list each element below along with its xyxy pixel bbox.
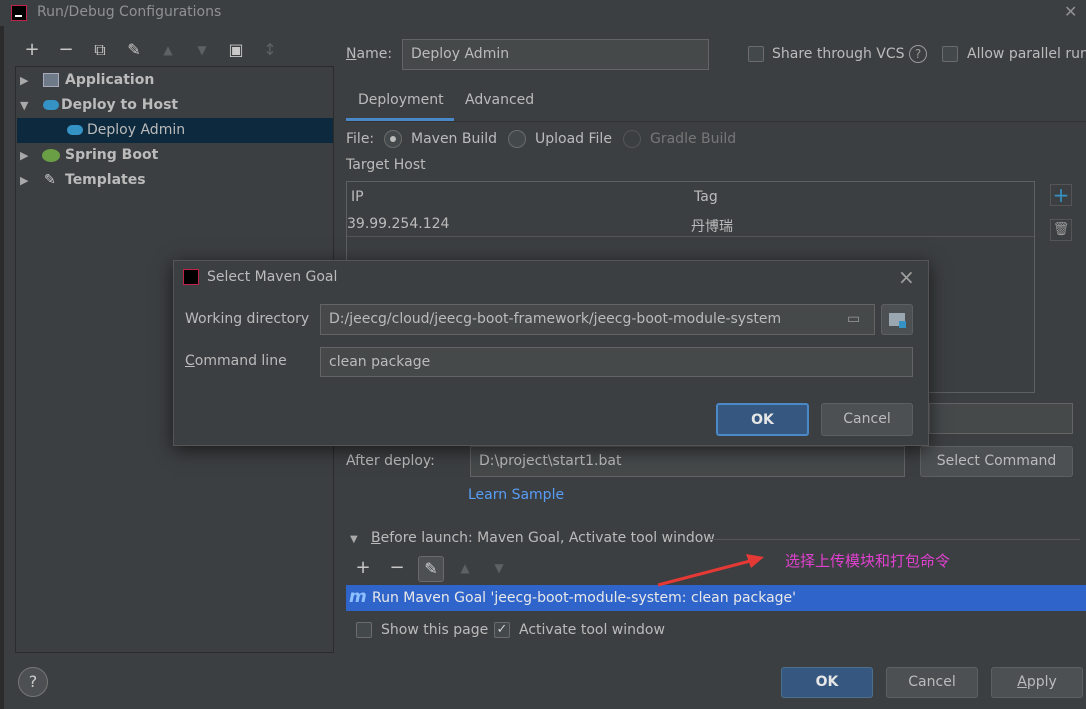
collapse-arrow-icon[interactable]: ▼: [20, 93, 28, 118]
annotation-text: 选择上传模块和打包命令: [785, 552, 951, 570]
move-down-icon[interactable]: ▼: [192, 40, 212, 60]
command-line-input[interactable]: clean package: [320, 347, 913, 377]
name-input[interactable]: Deploy Admin: [402, 39, 709, 70]
activate-tool-window-label: Activate tool window: [519, 622, 665, 638]
tab-advanced[interactable]: Advanced: [465, 92, 534, 108]
dialog-cancel-button[interactable]: Cancel: [821, 403, 913, 436]
table-row[interactable]: 39.99.254.124 丹博瑞: [347, 210, 1034, 237]
add-configuration-icon[interactable]: +: [22, 40, 42, 60]
trash-icon[interactable]: 🗑: [1050, 219, 1072, 241]
remove-configuration-icon[interactable]: −: [56, 40, 76, 60]
title-bar: Run/Debug Configurations ✕: [0, 0, 1086, 26]
name-label: Name:: [346, 46, 393, 62]
expand-arrow-icon[interactable]: ▶: [20, 143, 28, 168]
dialog-close-icon[interactable]: ×: [898, 265, 915, 289]
move-task-up-icon[interactable]: ▲: [455, 558, 475, 578]
help-icon[interactable]: ?: [18, 667, 48, 697]
collapse-arrow-icon[interactable]: ▼: [350, 534, 358, 545]
gradle-build-label: Gradle Build: [650, 131, 737, 147]
tree-item-spring-boot[interactable]: ▶ Spring Boot: [17, 143, 333, 168]
cloud-upload-icon: [43, 100, 59, 110]
editor-edge: [0, 26, 4, 709]
annotation-arrow: [657, 554, 764, 587]
show-page-label: Show this page: [381, 622, 489, 638]
command-line-label: Command line: [185, 353, 287, 369]
window-title: Run/Debug Configurations: [37, 4, 222, 20]
share-vcs-label: Share through VCS: [772, 46, 905, 62]
tree-item-templates[interactable]: ▶ ✎ Templates: [17, 168, 333, 193]
maven-icon: m: [349, 587, 367, 607]
tab-deployment[interactable]: Deployment: [346, 85, 454, 121]
apply-button[interactable]: Apply: [991, 667, 1083, 698]
task-label: Run Maven Goal 'jeecg-boot-module-system…: [372, 590, 797, 606]
dialog-title: Select Maven Goal: [207, 269, 338, 285]
tree-item-application[interactable]: ▶ Application: [17, 68, 333, 93]
intellij-app-icon: [11, 5, 27, 21]
tree-item-label: Templates: [65, 172, 146, 188]
column-header-tag[interactable]: Tag: [694, 189, 718, 205]
sort-icon[interactable]: ↕: [260, 40, 280, 60]
section-divider: [710, 539, 1080, 540]
cloud-upload-icon: [67, 125, 83, 135]
share-vcs-checkbox[interactable]: [748, 46, 764, 62]
tab-divider: [346, 121, 1086, 122]
before-launch-title: Before launch: Maven Goal, Activate tool…: [371, 530, 715, 546]
select-maven-goal-dialog: Select Maven Goal × Working directory D:…: [173, 260, 929, 446]
add-task-icon[interactable]: +: [353, 558, 373, 578]
tree-item-label: Deploy to Host: [61, 97, 179, 113]
working-directory-value: D:/jeecg/cloud/jeecg-boot-framework/jeec…: [329, 311, 782, 327]
browse-module-button[interactable]: [881, 304, 913, 335]
move-task-down-icon[interactable]: ▼: [489, 558, 509, 578]
tree-item-label: Spring Boot: [65, 147, 159, 163]
cell-tag: 丹博瑞: [691, 219, 733, 235]
select-command-button[interactable]: Select Command: [920, 446, 1073, 477]
wrench-icon[interactable]: ✎: [124, 40, 144, 60]
dialog-ok-button[interactable]: OK: [716, 403, 809, 436]
maven-build-label: Maven Build: [411, 131, 498, 147]
tree-item-deploy-to-host[interactable]: ▼ Deploy to Host: [17, 93, 333, 118]
tree-item-deploy-admin[interactable]: Deploy Admin: [17, 118, 333, 143]
after-deploy-label: After deploy:: [346, 453, 435, 469]
working-directory-input[interactable]: D:/jeecg/cloud/jeecg-boot-framework/jeec…: [320, 304, 875, 335]
maven-build-radio[interactable]: [384, 130, 402, 148]
module-badge-icon: [899, 321, 906, 328]
new-folder-icon[interactable]: ▣: [226, 40, 246, 60]
tree-item-label: Application: [65, 72, 155, 88]
cancel-button[interactable]: Cancel: [886, 667, 978, 698]
remove-task-icon[interactable]: −: [387, 558, 407, 578]
gradle-build-radio[interactable]: [623, 130, 641, 148]
expand-arrow-icon[interactable]: ▶: [20, 68, 28, 93]
after-deploy-input[interactable]: D:\project\start1.bat: [470, 446, 905, 477]
intellij-app-icon: [183, 269, 199, 285]
before-launch-text: efore launch: Maven Goal, Activate tool …: [380, 530, 715, 546]
expand-arrow-icon[interactable]: ▶: [20, 168, 28, 193]
target-host-label: Target Host: [346, 157, 426, 173]
copy-configuration-icon[interactable]: ⧉: [90, 40, 110, 60]
allow-parallel-checkbox[interactable]: [942, 46, 958, 62]
application-icon: [43, 73, 59, 87]
spring-boot-icon: [42, 149, 60, 162]
ok-button[interactable]: OK: [781, 667, 873, 698]
help-icon[interactable]: ?: [909, 45, 927, 63]
activate-tool-window-checkbox[interactable]: ✓: [494, 622, 510, 638]
upload-file-radio[interactable]: [508, 130, 526, 148]
window-close-icon[interactable]: ✕: [1064, 2, 1077, 21]
edit-task-icon[interactable]: ✎: [418, 556, 444, 582]
working-directory-label: Working directory: [185, 311, 310, 327]
file-label: File:: [346, 131, 375, 147]
cell-ip: 39.99.254.124: [347, 216, 450, 232]
tab-label: Deployment: [358, 92, 444, 108]
column-header-ip[interactable]: IP: [351, 189, 364, 205]
add-host-icon[interactable]: +: [1050, 184, 1072, 206]
wrench-icon: ✎: [44, 172, 56, 188]
folder-open-icon[interactable]: ▭: [847, 305, 860, 333]
show-page-checkbox[interactable]: [356, 622, 372, 638]
move-up-icon[interactable]: ▲: [158, 40, 178, 60]
before-deploy-input[interactable]: [929, 403, 1073, 434]
learn-sample-link[interactable]: Learn Sample: [468, 487, 564, 503]
upload-file-label: Upload File: [535, 131, 612, 147]
allow-parallel-label: Allow parallel run: [967, 46, 1086, 62]
tree-item-label: Deploy Admin: [87, 122, 186, 138]
